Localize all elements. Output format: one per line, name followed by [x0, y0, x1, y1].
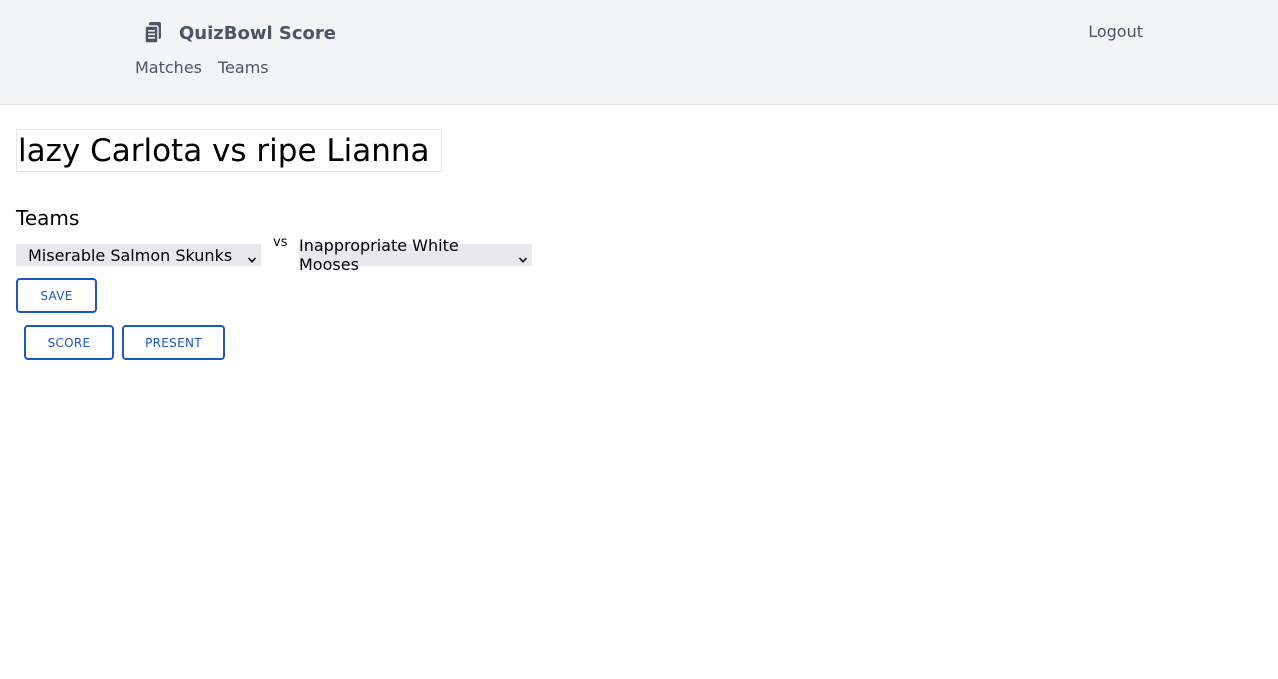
nav-item-teams[interactable]: Teams [218, 58, 269, 77]
team-b-select[interactable]: Inappropriate White Mooses [299, 236, 532, 274]
chevron-down-icon [518, 250, 528, 263]
nav-item-matches[interactable]: Matches [135, 58, 202, 77]
main-nav: Matches Teams [135, 58, 269, 77]
clipboard-icon [143, 21, 165, 45]
team-a-selected-value: Miserable Salmon Skunks [28, 245, 233, 265]
teams-heading: Teams [16, 206, 80, 230]
brand[interactable]: QuizBowl Score [143, 20, 336, 46]
match-title-input[interactable] [16, 129, 442, 172]
save-button[interactable]: SAVE [16, 278, 97, 313]
chevron-down-icon [247, 250, 257, 263]
brand-title: QuizBowl Score [179, 22, 336, 44]
team-a-select[interactable]: Miserable Salmon Skunks [16, 244, 261, 266]
team-b-selected-value: Inappropriate White Mooses [299, 236, 459, 274]
logout-link[interactable]: Logout [1088, 22, 1143, 41]
present-button[interactable]: PRESENT [122, 325, 225, 360]
score-button[interactable]: SCORE [24, 325, 114, 360]
navbar: QuizBowl Score Logout Matches Teams [0, 0, 1278, 105]
vs-label: vs [273, 235, 288, 250]
